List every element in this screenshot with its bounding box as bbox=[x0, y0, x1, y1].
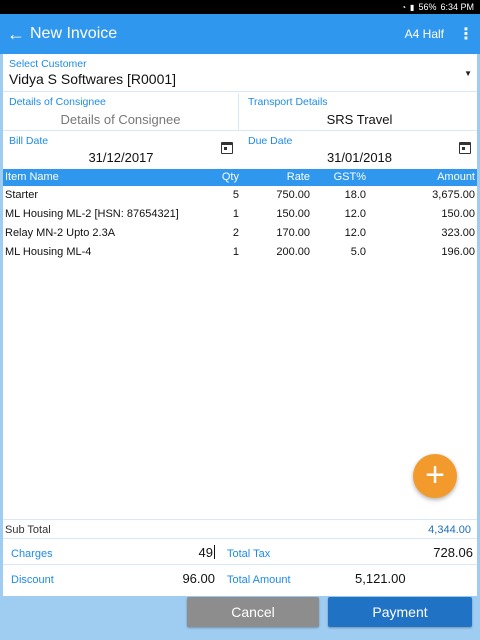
item-gst: 12.0 bbox=[344, 208, 366, 220]
dates-row: Bill Date 31/12/2017 Due Date 31/01/2018 bbox=[3, 132, 477, 169]
table-row[interactable]: Starter 5 750.00 18.0 3,675.00 bbox=[3, 186, 477, 205]
due-date-label: Due Date bbox=[248, 135, 293, 147]
due-date-field[interactable]: Due Date 31/01/2018 bbox=[242, 132, 477, 169]
sub-total-row: Sub Total 4,344.00 bbox=[3, 519, 477, 539]
customer-label: Select Customer bbox=[9, 58, 87, 70]
item-gst: 5.0 bbox=[350, 246, 366, 258]
bill-date-field[interactable]: Bill Date 31/12/2017 bbox=[3, 132, 239, 169]
item-name: ML Housing ML-2 [HSN: 87654321] bbox=[5, 208, 179, 220]
total-amount-label: Total Amount bbox=[227, 574, 291, 586]
item-amount: 196.00 bbox=[441, 246, 475, 258]
overflow-menu-icon[interactable]: ⋮ bbox=[456, 24, 476, 44]
item-rate: 750.00 bbox=[276, 189, 310, 201]
item-qty: 5 bbox=[232, 189, 239, 201]
item-qty: 2 bbox=[232, 227, 239, 239]
invoice-form: Select Customer Vidya S Softwares [R0001… bbox=[3, 54, 477, 596]
total-tax-value: 728.06 bbox=[433, 545, 473, 560]
discount-input[interactable]: 96.00 bbox=[182, 571, 215, 586]
charges-label: Charges bbox=[11, 548, 53, 560]
sub-total-label: Sub Total bbox=[5, 524, 51, 536]
sub-total-value: 4,344.00 bbox=[428, 524, 471, 536]
item-rate: 200.00 bbox=[276, 246, 310, 258]
text-cursor bbox=[214, 545, 215, 559]
customer-select[interactable]: Select Customer Vidya S Softwares [R0001… bbox=[3, 54, 477, 92]
page-size-button[interactable]: A4 Half bbox=[405, 27, 444, 41]
customer-value[interactable]: Vidya S Softwares [R0001] bbox=[9, 71, 471, 87]
dropdown-arrow-icon[interactable]: ▼ bbox=[464, 69, 472, 78]
app-bar: ← New Invoice A4 Half ⋮ bbox=[0, 14, 480, 54]
payment-button[interactable]: Payment bbox=[328, 597, 472, 627]
transport-field[interactable]: Transport Details SRS Travel bbox=[242, 93, 477, 131]
consignee-transport-row: Details of Consignee Details of Consigne… bbox=[3, 93, 477, 131]
plus-icon: + bbox=[425, 456, 445, 494]
header-item-name: Item Name bbox=[5, 171, 59, 183]
bill-date-label: Bill Date bbox=[9, 135, 49, 147]
cancel-button[interactable]: Cancel bbox=[187, 597, 319, 627]
items-table-header: Item Name Qty Rate GST% Amount bbox=[3, 169, 477, 186]
item-amount: 150.00 bbox=[441, 208, 475, 220]
item-qty: 1 bbox=[232, 208, 239, 220]
item-rate: 170.00 bbox=[276, 227, 310, 239]
item-name: ML Housing ML-4 bbox=[5, 246, 92, 258]
charges-input[interactable]: 49 bbox=[199, 545, 215, 560]
wifi-icon: ◔ bbox=[401, 2, 407, 12]
charges-row: Charges 49 Total Tax 728.06 bbox=[3, 540, 477, 565]
due-date-value[interactable]: 31/01/2018 bbox=[248, 150, 471, 165]
header-qty: Qty bbox=[221, 171, 239, 183]
item-gst: 12.0 bbox=[344, 227, 366, 239]
consignee-field[interactable]: Details of Consignee Details of Consigne… bbox=[3, 93, 239, 131]
item-amount: 3,675.00 bbox=[432, 189, 475, 201]
clock: 6:34 PM bbox=[440, 2, 474, 12]
bill-date-value[interactable]: 31/12/2017 bbox=[9, 150, 233, 165]
page-title: New Invoice bbox=[30, 25, 118, 42]
consignee-input[interactable]: Details of Consignee bbox=[9, 112, 232, 127]
table-row[interactable]: ML Housing ML-2 [HSN: 87654321] 1 150.00… bbox=[3, 205, 477, 224]
battery-icon: ▮ bbox=[410, 2, 415, 12]
header-gst: GST% bbox=[333, 171, 366, 183]
header-rate: Rate bbox=[286, 171, 310, 183]
item-gst: 18.0 bbox=[344, 189, 366, 201]
back-arrow-icon[interactable]: ← bbox=[2, 24, 30, 45]
item-amount: 323.00 bbox=[441, 227, 475, 239]
item-qty: 1 bbox=[232, 246, 239, 258]
discount-row: Discount 96.00 Total Amount 5,121.00 bbox=[3, 566, 477, 591]
charges-value: 49 bbox=[198, 545, 213, 560]
calendar-icon[interactable] bbox=[221, 142, 233, 154]
item-name: Starter bbox=[5, 189, 39, 201]
header-amount: Amount bbox=[437, 171, 475, 183]
add-item-button[interactable]: + bbox=[413, 454, 457, 498]
total-tax-label: Total Tax bbox=[227, 548, 271, 560]
status-bar: ◔ ▮ 56% 6:34 PM bbox=[0, 0, 480, 14]
items-table-body: Starter 5 750.00 18.0 3,675.00 ML Housin… bbox=[3, 186, 477, 262]
item-rate: 150.00 bbox=[276, 208, 310, 220]
item-name: Relay MN-2 Upto 2.3A bbox=[5, 227, 116, 239]
table-row[interactable]: ML Housing ML-4 1 200.00 5.0 196.00 bbox=[3, 243, 477, 262]
consignee-label: Details of Consignee bbox=[9, 96, 106, 108]
discount-label: Discount bbox=[11, 574, 54, 586]
battery-level: 56% bbox=[418, 2, 437, 12]
total-amount-value: 5,121.00 bbox=[355, 571, 406, 586]
calendar-icon[interactable] bbox=[459, 142, 471, 154]
transport-input[interactable]: SRS Travel bbox=[248, 112, 471, 127]
table-row[interactable]: Relay MN-2 Upto 2.3A 2 170.00 12.0 323.0… bbox=[3, 224, 477, 243]
transport-label: Transport Details bbox=[248, 96, 328, 108]
